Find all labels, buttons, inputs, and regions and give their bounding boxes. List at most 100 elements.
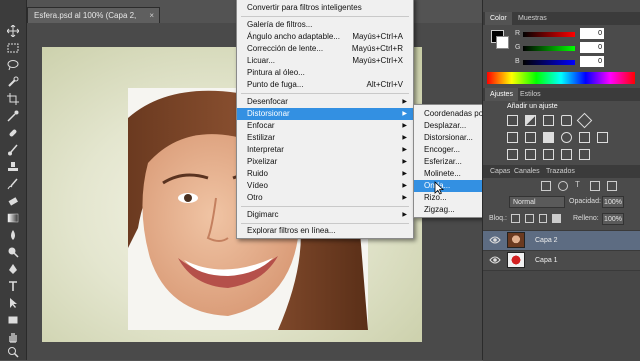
color-spectrum-bar[interactable]	[487, 72, 635, 84]
menu-item-estilizar[interactable]: Estilizar ▶	[237, 132, 413, 144]
menu-item-desenfocar[interactable]: Desenfocar ▶	[237, 96, 413, 108]
red-value-field[interactable]: 0	[580, 28, 604, 39]
shape-tool-icon[interactable]	[5, 313, 21, 327]
menu-separator	[241, 206, 409, 207]
channel-mixer-icon[interactable]	[579, 132, 590, 143]
vibrance-icon[interactable]	[576, 112, 593, 129]
hand-tool-icon[interactable]	[5, 330, 21, 344]
quick-select-tool-icon[interactable]	[5, 75, 21, 89]
blend-mode-select[interactable]: Normal	[509, 196, 565, 208]
eyedropper-tool-icon[interactable]	[5, 109, 21, 123]
hue-saturation-icon[interactable]	[507, 132, 518, 143]
lock-label: Bloq.:	[489, 215, 507, 222]
submenu-arrow-icon: ▶	[402, 212, 407, 218]
exposure-icon[interactable]	[561, 115, 572, 126]
filter-pixel-icon[interactable]	[541, 181, 551, 191]
menu-item-video[interactable]: Vídeo ▶	[237, 180, 413, 192]
layers-panel-tabs: Capas Canales Trazados	[483, 165, 640, 178]
gradient-tool-icon[interactable]	[5, 211, 21, 225]
brush-tool-icon[interactable]	[5, 143, 21, 157]
menu-item-explorar[interactable]: Explorar filtros en línea...	[237, 225, 413, 237]
menu-item-distorsionar[interactable]: Distorsionar ▶	[237, 108, 413, 120]
filter-type-icon[interactable]: T	[575, 181, 583, 189]
crop-tool-icon[interactable]	[5, 92, 21, 106]
lock-transparency-icon[interactable]	[511, 214, 520, 223]
filter-smart-object-icon[interactable]	[607, 181, 617, 191]
eraser-tool-icon[interactable]	[5, 194, 21, 208]
filter-adjustment-icon[interactable]	[558, 181, 568, 191]
layer-row[interactable]: Capa 2	[483, 230, 640, 250]
menu-item-licuar[interactable]: Licuar... Mayús+Ctrl+X	[237, 55, 413, 67]
layer-row[interactable]: Capa 1	[483, 250, 640, 270]
clone-stamp-tool-icon[interactable]	[5, 160, 21, 174]
document-tab[interactable]: Esfera.psd al 100% (Capa 2, RGB/8) * ×	[27, 7, 160, 36]
type-tool-icon[interactable]	[5, 279, 21, 293]
levels-icon[interactable]	[525, 115, 536, 126]
opacity-field[interactable]: 100%	[602, 196, 624, 208]
eye-icon[interactable]	[489, 235, 501, 245]
filter-shape-icon[interactable]	[590, 181, 600, 191]
tab-canales[interactable]: Canales	[509, 165, 545, 178]
path-select-tool-icon[interactable]	[5, 296, 21, 310]
menu-item-ruido[interactable]: Ruido ▶	[237, 168, 413, 180]
green-value-field[interactable]: 0	[580, 42, 604, 53]
menu-item-interpretar[interactable]: Interpretar ▶	[237, 144, 413, 156]
channel-b-label: B	[515, 58, 520, 65]
red-slider[interactable]	[523, 32, 575, 37]
menu-item-angulo-ancho[interactable]: Ángulo ancho adaptable... Mayús+Ctrl+A	[237, 31, 413, 43]
lock-all-icon[interactable]	[552, 214, 561, 223]
tab-color[interactable]: Color	[485, 12, 512, 25]
menu-item-digimarc[interactable]: Digimarc ▶	[237, 209, 413, 221]
menu-item-pintura-oleo[interactable]: Pintura al óleo...	[237, 67, 413, 79]
lasso-tool-icon[interactable]	[5, 58, 21, 72]
selective-color-icon[interactable]	[561, 149, 572, 160]
marquee-tool-icon[interactable]	[5, 41, 21, 55]
lock-position-icon[interactable]	[538, 214, 548, 223]
menu-item-convertir[interactable]: Convertir para filtros inteligentes	[237, 2, 413, 14]
menu-item-correccion-lente[interactable]: Corrección de lente... Mayús+Ctrl+R	[237, 43, 413, 55]
eye-icon[interactable]	[489, 255, 501, 265]
layer-name: Capa 1	[535, 257, 558, 264]
blur-tool-icon[interactable]	[5, 228, 21, 242]
move-tool-icon[interactable]	[5, 24, 21, 38]
curves-icon[interactable]	[543, 115, 554, 126]
black-white-icon[interactable]	[543, 132, 554, 143]
tab-trazados[interactable]: Trazados	[541, 165, 580, 178]
history-brush-tool-icon[interactable]	[5, 177, 21, 191]
invert-icon[interactable]	[507, 149, 518, 160]
submenu-arrow-icon: ▶	[402, 123, 407, 129]
dodge-tool-icon[interactable]	[5, 245, 21, 259]
photo-filter-icon[interactable]	[561, 132, 572, 143]
menu-item-punto-fuga[interactable]: Punto de fuga... Alt+Ctrl+V	[237, 79, 413, 91]
mouse-cursor-icon	[434, 181, 444, 195]
threshold-icon[interactable]	[543, 149, 554, 160]
menu-item-pixelizar[interactable]: Pixelizar ▶	[237, 156, 413, 168]
lock-pixels-icon[interactable]	[524, 214, 534, 223]
layer-filter-icons: T	[541, 181, 636, 191]
tab-ajustes[interactable]: Ajustes	[485, 88, 518, 101]
blue-slider[interactable]	[523, 60, 575, 65]
pen-tool-icon[interactable]	[5, 262, 21, 276]
opacity-label: Opacidad:	[569, 198, 601, 205]
healing-brush-tool-icon[interactable]	[5, 126, 21, 140]
zoom-tool-icon[interactable]	[5, 345, 21, 359]
brightness-icon[interactable]	[507, 115, 518, 126]
tab-muestras[interactable]: Muestras	[513, 12, 552, 25]
color-balance-icon[interactable]	[525, 132, 536, 143]
background-color-swatch[interactable]	[496, 36, 509, 49]
submenu-arrow-icon: ▶	[402, 159, 407, 165]
blue-value-field[interactable]: 0	[580, 56, 604, 67]
posterize-icon[interactable]	[525, 149, 536, 160]
tab-estilos[interactable]: Estilos	[515, 88, 546, 101]
menu-item-enfocar[interactable]: Enfocar ▶	[237, 120, 413, 132]
submenu-arrow-icon: ▶	[402, 147, 407, 153]
gradient-map-icon[interactable]	[579, 149, 590, 160]
color-lookup-icon[interactable]	[597, 132, 608, 143]
green-slider[interactable]	[523, 46, 575, 51]
menu-separator	[241, 223, 409, 224]
menu-item-galeria[interactable]: Galería de filtros...	[237, 19, 413, 31]
fill-field[interactable]: 100%	[602, 213, 624, 225]
close-document-icon[interactable]: ×	[149, 8, 154, 24]
menu-item-otro[interactable]: Otro ▶	[237, 192, 413, 204]
lock-icons	[511, 214, 561, 224]
